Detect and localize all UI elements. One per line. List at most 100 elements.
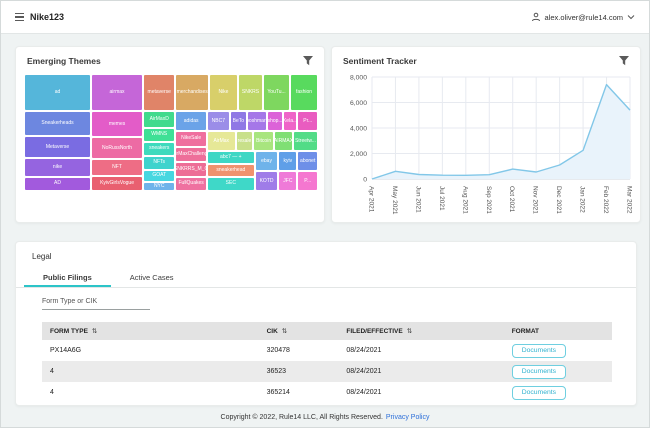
column-header-filed-effective[interactable]: FILED/EFFECTIVE⇅	[338, 322, 503, 340]
sort-icon[interactable]: ⇅	[282, 328, 287, 335]
treemap-tile[interactable]: memes	[91, 111, 143, 137]
treemap-tile[interactable]: AirMaxChallenge	[175, 147, 206, 162]
filed-effective-cell: 08/24/2021	[338, 340, 503, 361]
documents-button[interactable]: Documents	[512, 386, 566, 400]
table-row: 43652308/24/2021Documents	[42, 361, 612, 382]
treemap-tile[interactable]: Streetw...	[293, 131, 318, 151]
treemap-tile[interactable]: AirMaxD	[143, 111, 175, 127]
treemap-tile[interactable]: sneakerhead	[207, 164, 255, 177]
y-axis-tick-label: 8,000	[350, 74, 367, 81]
filed-effective-cell: 08/24/2021	[338, 382, 503, 403]
y-axis-tick-label: 6,000	[350, 100, 367, 107]
x-axis-tick-label: Nov 2021	[532, 186, 539, 214]
documents-button[interactable]: Documents	[512, 344, 566, 358]
cik-cell: 320478	[259, 340, 339, 361]
user-email: alex.oliver@rule14.com	[545, 13, 623, 22]
treemap-tile[interactable]: AD	[24, 177, 91, 191]
chevron-down-icon	[627, 14, 635, 20]
person-icon	[531, 12, 541, 22]
treemap-tile[interactable]: fashion	[290, 74, 318, 111]
y-axis-tick-label: 0	[363, 176, 367, 183]
copyright-text: Copyright © 2022, Rule14 LLC, All Rights…	[221, 414, 383, 421]
filed-effective-cell: 08/24/2021	[338, 361, 503, 382]
treemap-tile[interactable]: poshmark	[247, 111, 268, 131]
treemap-tile[interactable]: NFT	[91, 159, 143, 175]
treemap-tile[interactable]: Nike	[209, 74, 238, 111]
form-type-cik-input[interactable]	[42, 294, 150, 310]
treemap-tile[interactable]: P...	[297, 171, 318, 191]
treemap-tile[interactable]: SNKRRS_M_G	[175, 162, 206, 177]
treemap-tile[interactable]: NYC	[143, 182, 175, 191]
treemap-tile[interactable]: metaverse	[143, 74, 175, 111]
treemap-tile[interactable]: NikeSale	[175, 131, 206, 146]
table-row: PX14A6G32047808/24/2021Documents	[42, 340, 612, 361]
treemap-tile[interactable]: WMNS	[143, 128, 175, 142]
x-axis-tick-label: Jan 2022	[579, 186, 586, 213]
x-axis-tick-label: Dec 2021	[555, 186, 562, 214]
cik-cell: 365214	[259, 382, 339, 403]
hamburger-menu-icon[interactable]	[15, 13, 24, 22]
user-menu[interactable]: alex.oliver@rule14.com	[531, 12, 635, 22]
tab-public-filings[interactable]: Public Filings	[24, 268, 111, 287]
themes-treemap: adSneakerheadsMetaversenikeAD airmaxmemes…	[24, 74, 318, 191]
treemap-tile[interactable]: sneakers	[143, 142, 175, 156]
treemap-tile[interactable]: Bitcoin	[253, 131, 274, 151]
filter-icon[interactable]	[302, 56, 314, 66]
legal-card: Legal Public Filings Active Cases FORM T…	[15, 241, 637, 406]
x-axis-tick-label: Jul 2021	[438, 186, 445, 211]
treemap-tile[interactable]: YouTu...	[263, 74, 290, 111]
treemap-tile[interactable]: KOTD	[255, 171, 279, 191]
sentiment-tracker-card: Sentiment Tracker 02,0004,0006,0008,000A…	[331, 46, 641, 223]
treemap-tile[interactable]: shop...	[267, 111, 282, 131]
treemap-tile[interactable]: ad	[24, 74, 91, 111]
treemap-tile[interactable]: merchandises	[175, 74, 209, 111]
column-header-cik[interactable]: CIK⇅	[259, 322, 339, 340]
treemap-tile[interactable]: resale	[236, 131, 254, 151]
treemap-tile[interactable]: adidas	[175, 111, 206, 131]
sort-icon[interactable]: ⇅	[407, 328, 412, 335]
sentiment-area	[372, 85, 630, 179]
page-footer: Copyright © 2022, Rule14 LLC, All Rights…	[1, 406, 649, 428]
treemap-tile[interactable]: abc7 — +	[207, 151, 255, 164]
treemap-tile[interactable]: AirMax	[207, 131, 236, 151]
format-cell: Documents	[504, 382, 612, 403]
treemap-tile[interactable]: AIRMAX	[274, 131, 293, 151]
treemap-tile[interactable]: KyivGirlsVogue	[91, 176, 143, 191]
tab-active-cases[interactable]: Active Cases	[111, 268, 193, 287]
treemap-tile[interactable]: GOAT	[143, 170, 175, 182]
treemap-tile[interactable]: Sneakerheads	[24, 111, 91, 136]
treemap-tile[interactable]: FullQuakes	[175, 177, 206, 191]
treemap-tile[interactable]: nike	[24, 158, 91, 177]
treemap-tile[interactable]: abonet	[297, 151, 318, 171]
form-type-cell: 4	[42, 361, 259, 382]
treemap-tile[interactable]: NBC7	[207, 111, 230, 131]
column-header-format: FORMAT	[504, 322, 612, 340]
privacy-policy-link[interactable]: Privacy Policy	[386, 414, 430, 421]
sentiment-line-chart: 02,0004,0006,0008,000Apr 2021May 2021Jun…	[332, 47, 642, 224]
sort-icon[interactable]: ⇅	[92, 328, 97, 335]
x-axis-tick-label: May 2021	[391, 186, 398, 215]
documents-button[interactable]: Documents	[512, 365, 566, 379]
table-row: 436521408/24/2021 Documents	[42, 382, 612, 403]
treemap-tile[interactable]: NFTs	[143, 156, 175, 170]
treemap-tile[interactable]: SNKRS	[238, 74, 263, 111]
emerging-themes-title: Emerging Themes	[27, 56, 101, 66]
x-axis-tick-label: Aug 2021	[461, 186, 468, 214]
treemap-tile[interactable]: BeTo	[230, 111, 247, 131]
column-header-form-type[interactable]: FORM TYPE⇅	[42, 322, 259, 340]
app-window: Nike123 alex.oliver@rule14.com Emerging …	[0, 0, 650, 428]
treemap-tile[interactable]: JFC	[278, 171, 297, 191]
treemap-tile[interactable]: Metaverse	[24, 136, 91, 158]
emerging-themes-card: Emerging Themes adSneakerheadsMetaversen…	[15, 46, 325, 223]
legal-tabbar: Public Filings Active Cases	[16, 268, 636, 288]
treemap-tile[interactable]: Pr...	[297, 111, 318, 131]
x-axis-tick-label: Mar 2022	[626, 186, 633, 214]
x-axis-tick-label: Sep 2021	[485, 186, 492, 214]
treemap-tile[interactable]: kyiv	[278, 151, 297, 171]
treemap-tile[interactable]: SEC	[207, 177, 255, 191]
treemap-tile[interactable]: ebay	[255, 151, 279, 171]
form-type-cell: 4	[42, 382, 259, 403]
treemap-tile[interactable]: NoRussNorth	[91, 137, 143, 159]
treemap-tile[interactable]: Kela...	[283, 111, 298, 131]
treemap-tile[interactable]: airmax	[91, 74, 143, 111]
